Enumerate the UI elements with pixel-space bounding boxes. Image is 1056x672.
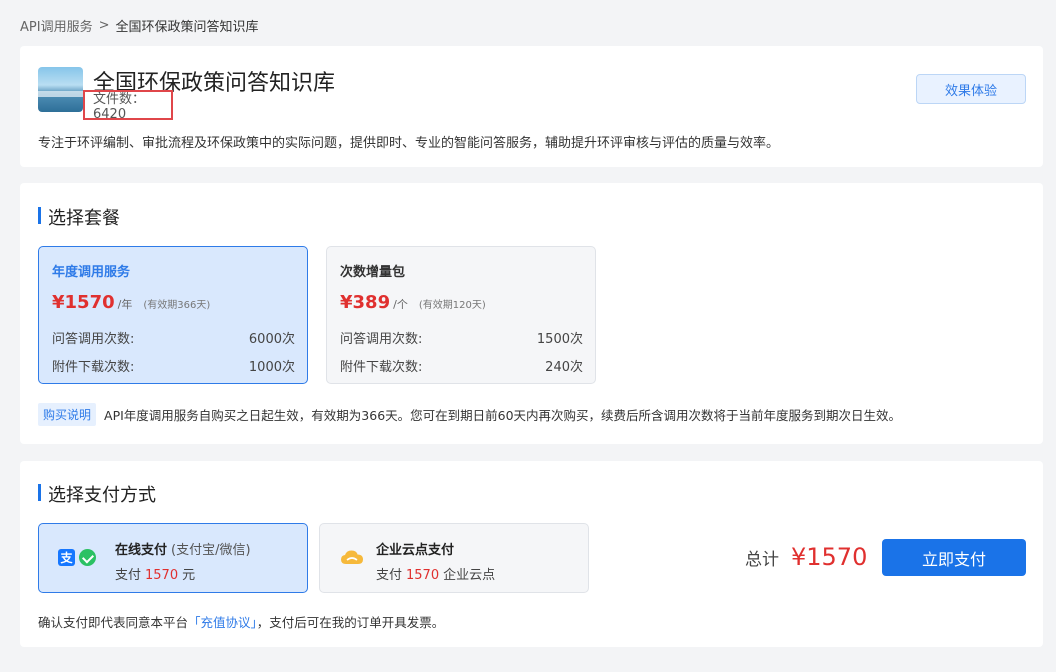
plan-price-unit: /个 xyxy=(393,298,408,311)
plan-validity: (有效期120天) xyxy=(418,300,486,311)
total-amount: 总计 ¥1570 xyxy=(745,543,867,571)
plan-price: ¥1570 /年 (有效期366天) xyxy=(52,292,295,313)
plan-qa-label: 问答调用次数: xyxy=(52,332,135,347)
plan-price-amount: ¥389 xyxy=(340,292,391,313)
plan-download-row: 附件下载次数: 240次 xyxy=(340,356,583,375)
pay-method-amount-line: 支付 1570 元 xyxy=(115,564,195,583)
pay-suffix: 元 xyxy=(182,568,196,583)
breadcrumb-current: 全国环保政策问答知识库 xyxy=(115,20,259,35)
pay-icons: 支 xyxy=(58,549,96,566)
pay-amount: 1570 xyxy=(145,568,179,583)
plan-price: ¥389 /个 (有效期120天) xyxy=(340,292,583,313)
plan-download-row: 附件下载次数: 1000次 xyxy=(52,356,295,375)
pay-suffix: 企业云点 xyxy=(443,568,496,583)
pay-method-name: 企业云点支付 xyxy=(376,543,455,558)
plan-download-label: 附件下载次数: xyxy=(340,360,423,375)
plan-download-value: 1000次 xyxy=(248,360,295,375)
breadcrumb: API调用服务 > 全国环保政策问答知识库 xyxy=(20,16,259,35)
purchase-note-text: API年度调用服务自购买之日起生效，有效期为366天。您可在到期日前60天内再次… xyxy=(104,408,902,423)
pay-method-title: 在线支付 (支付宝/微信) xyxy=(115,539,251,558)
purchase-note-tag: 购买说明 xyxy=(38,403,97,426)
recharge-agreement-link[interactable]: 「充值协议」 xyxy=(188,615,257,630)
plan-card-annual[interactable]: 年度调用服务 ¥1570 /年 (有效期366天) 问答调用次数: 6000次 … xyxy=(38,246,308,384)
pay-method-online[interactable]: 支 在线支付 (支付宝/微信) 支付 1570 元 xyxy=(38,523,308,593)
plan-qa-row: 问答调用次数: 6000次 xyxy=(52,328,295,347)
plan-download-value: 240次 xyxy=(545,360,583,375)
kb-description: 专注于环评编制、审批流程及环保政策中的实际问题，提供即时、专业的智能问答服务，辅… xyxy=(38,136,780,151)
pay-method-enterprise[interactable]: 企业云点支付 支付 1570 企业云点 xyxy=(319,523,589,593)
plan-validity: (有效期366天) xyxy=(143,300,211,311)
wechat-icon xyxy=(79,549,96,566)
pay-method-sub: (支付宝/微信) xyxy=(171,543,251,558)
kb-thumbnail-image xyxy=(38,67,83,112)
cloud-icon xyxy=(341,550,363,564)
plan-download-label: 附件下载次数: xyxy=(52,360,135,375)
pay-now-button[interactable]: 立即支付 xyxy=(882,539,1026,576)
plan-section-title: 选择套餐 xyxy=(38,204,120,230)
pay-prefix: 支付 xyxy=(115,568,142,583)
total-label: 总计 xyxy=(745,550,779,570)
plan-section-card: 选择套餐 年度调用服务 ¥1570 /年 (有效期366天) 问答调用次数: 6… xyxy=(20,183,1043,444)
agreement-prefix: 确认支付即代表同意本平台 xyxy=(38,615,189,630)
plan-price-unit: /年 xyxy=(117,298,133,311)
alipay-icon: 支 xyxy=(58,549,75,566)
pay-method-amount-line: 支付 1570 企业云点 xyxy=(376,564,495,583)
pay-prefix: 支付 xyxy=(376,568,403,583)
agreement-text: 确认支付即代表同意本平台「充值协议」，支付后可在我的订单开具发票。 xyxy=(38,612,444,631)
plan-name: 年度调用服务 xyxy=(52,265,131,280)
payment-section-title: 选择支付方式 xyxy=(38,481,156,507)
breadcrumb-parent-link[interactable]: API调用服务 xyxy=(20,16,93,35)
total-value: ¥1570 xyxy=(791,543,868,571)
agreement-suffix: ，支付后可在我的订单开具发票。 xyxy=(256,615,445,630)
plan-name: 次数增量包 xyxy=(340,265,406,280)
pay-amount: 1570 xyxy=(406,568,440,583)
plan-price-amount: ¥1570 xyxy=(52,292,115,313)
plan-card-increment[interactable]: 次数增量包 ¥389 /个 (有效期120天) 问答调用次数: 1500次 附件… xyxy=(326,246,596,384)
plan-qa-label: 问答调用次数: xyxy=(340,332,423,347)
plan-qa-row: 问答调用次数: 1500次 xyxy=(340,328,583,347)
kb-file-count: 文件数：6420 xyxy=(83,90,173,122)
breadcrumb-separator: > xyxy=(98,18,110,33)
try-effect-button[interactable]: 效果体验 xyxy=(916,74,1026,104)
payment-section-card: 选择支付方式 支 在线支付 (支付宝/微信) 支付 1570 元 企业云点支付 支付 1… xyxy=(20,461,1043,647)
kb-header-card: 全国环保政策问答知识库 文件数：6420 专注于环评编制、审批流程及环保政策中的… xyxy=(20,46,1043,167)
pay-method-title: 企业云点支付 xyxy=(376,539,454,558)
purchase-note: 购买说明 API年度调用服务自购买之日起生效，有效期为366天。您可在到期日前6… xyxy=(38,403,901,426)
plan-qa-value: 6000次 xyxy=(248,332,295,347)
plan-qa-value: 1500次 xyxy=(536,332,583,347)
pay-method-name: 在线支付 xyxy=(115,543,168,558)
